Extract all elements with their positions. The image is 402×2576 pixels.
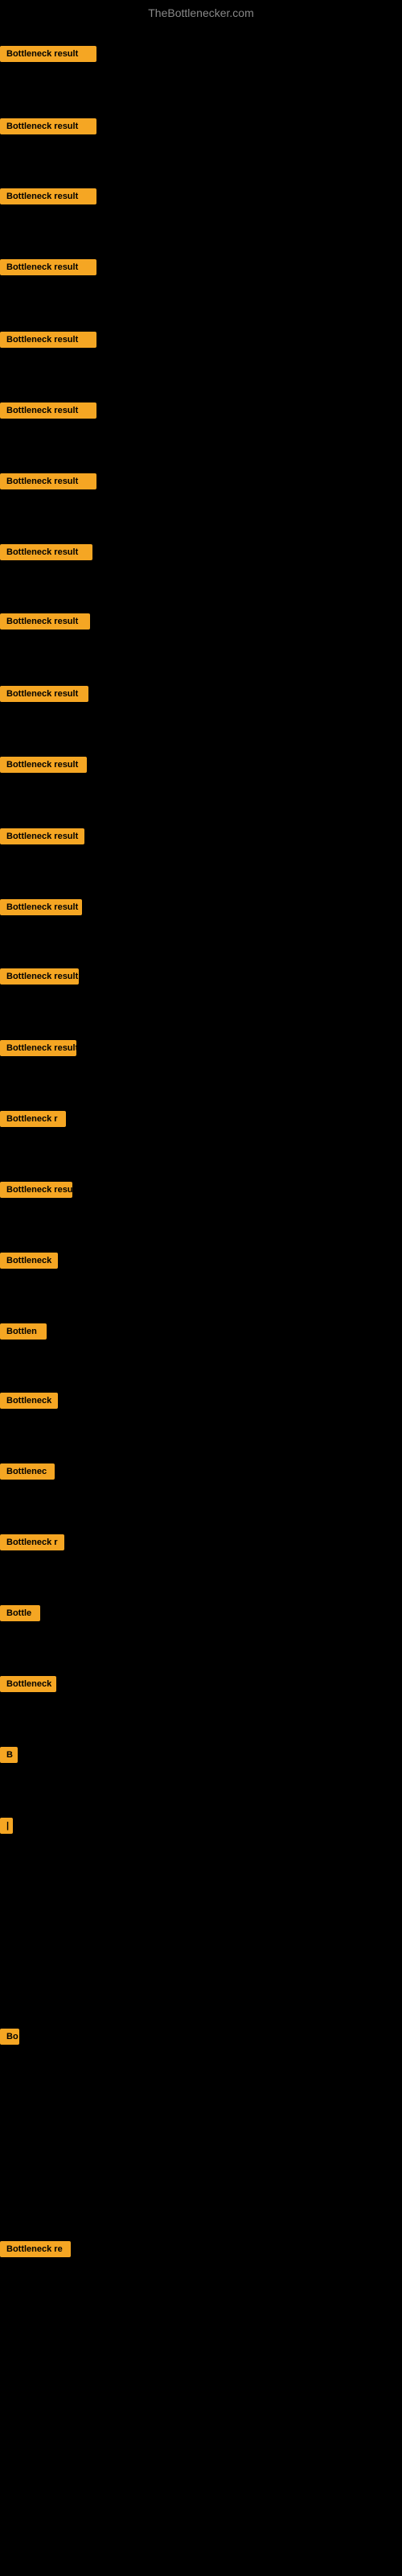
bottleneck-badge-16[interactable]: Bottleneck r	[0, 1111, 66, 1127]
bottleneck-item-16: Bottleneck r	[0, 1111, 66, 1131]
bottleneck-badge-13[interactable]: Bottleneck result	[0, 899, 82, 915]
bottleneck-badge-15[interactable]: Bottleneck result	[0, 1040, 76, 1056]
bottleneck-badge-4[interactable]: Bottleneck result	[0, 259, 96, 275]
bottleneck-badge-19[interactable]: Bottlen	[0, 1323, 47, 1340]
bottleneck-item-5: Bottleneck result	[0, 332, 96, 352]
site-title: TheBottlenecker.com	[0, 0, 402, 29]
bottleneck-badge-17[interactable]: Bottleneck resu	[0, 1182, 72, 1198]
bottleneck-item-25: B	[0, 1747, 18, 1767]
bottleneck-item-27: Bo	[0, 2029, 19, 2049]
bottleneck-badge-18[interactable]: Bottleneck	[0, 1253, 58, 1269]
bottleneck-badge-23[interactable]: Bottle	[0, 1605, 40, 1621]
bottleneck-item-4: Bottleneck result	[0, 259, 96, 279]
bottleneck-item-14: Bottleneck result	[0, 968, 79, 989]
bottleneck-badge-8[interactable]: Bottleneck result	[0, 544, 92, 560]
bottleneck-badge-2[interactable]: Bottleneck result	[0, 118, 96, 134]
bottleneck-item-10: Bottleneck result	[0, 686, 88, 706]
bottleneck-badge-25[interactable]: B	[0, 1747, 18, 1763]
bottleneck-item-1: Bottleneck result	[0, 46, 96, 66]
bottleneck-item-9: Bottleneck result	[0, 613, 90, 634]
bottleneck-item-15: Bottleneck result	[0, 1040, 76, 1060]
bottleneck-item-22: Bottleneck r	[0, 1534, 64, 1554]
bottleneck-item-13: Bottleneck result	[0, 899, 82, 919]
bottleneck-badge-27[interactable]: Bo	[0, 2029, 19, 2045]
bottleneck-item-8: Bottleneck result	[0, 544, 92, 564]
bottleneck-item-3: Bottleneck result	[0, 188, 96, 208]
bottleneck-badge-14[interactable]: Bottleneck result	[0, 968, 79, 985]
bottleneck-badge-1[interactable]: Bottleneck result	[0, 46, 96, 62]
bottleneck-badge-20[interactable]: Bottleneck	[0, 1393, 58, 1409]
bottleneck-item-24: Bottleneck	[0, 1676, 56, 1696]
bottleneck-badge-9[interactable]: Bottleneck result	[0, 613, 90, 630]
bottleneck-badge-6[interactable]: Bottleneck result	[0, 402, 96, 419]
bottleneck-item-18: Bottleneck	[0, 1253, 58, 1273]
bottleneck-badge-24[interactable]: Bottleneck	[0, 1676, 56, 1692]
bottleneck-badge-21[interactable]: Bottlenec	[0, 1463, 55, 1480]
bottleneck-item-2: Bottleneck result	[0, 118, 96, 138]
bottleneck-item-17: Bottleneck resu	[0, 1182, 72, 1202]
bottleneck-item-28: Bottleneck re	[0, 2241, 71, 2261]
bottleneck-item-6: Bottleneck result	[0, 402, 96, 423]
bottleneck-badge-26[interactable]: |	[0, 1818, 13, 1834]
bottleneck-badge-12[interactable]: Bottleneck result	[0, 828, 84, 844]
bottleneck-item-20: Bottleneck	[0, 1393, 58, 1413]
bottleneck-item-12: Bottleneck result	[0, 828, 84, 848]
bottleneck-badge-5[interactable]: Bottleneck result	[0, 332, 96, 348]
bottleneck-badge-22[interactable]: Bottleneck r	[0, 1534, 64, 1550]
bottleneck-badge-7[interactable]: Bottleneck result	[0, 473, 96, 489]
bottleneck-item-21: Bottlenec	[0, 1463, 55, 1484]
bottleneck-badge-3[interactable]: Bottleneck result	[0, 188, 96, 204]
bottleneck-badge-10[interactable]: Bottleneck result	[0, 686, 88, 702]
bottleneck-badge-11[interactable]: Bottleneck result	[0, 757, 87, 773]
bottleneck-item-26: |	[0, 1818, 13, 1838]
bottleneck-item-7: Bottleneck result	[0, 473, 96, 493]
bottleneck-item-11: Bottleneck result	[0, 757, 87, 777]
bottleneck-badge-28[interactable]: Bottleneck re	[0, 2241, 71, 2257]
bottleneck-item-19: Bottlen	[0, 1323, 47, 1344]
bottleneck-item-23: Bottle	[0, 1605, 40, 1625]
